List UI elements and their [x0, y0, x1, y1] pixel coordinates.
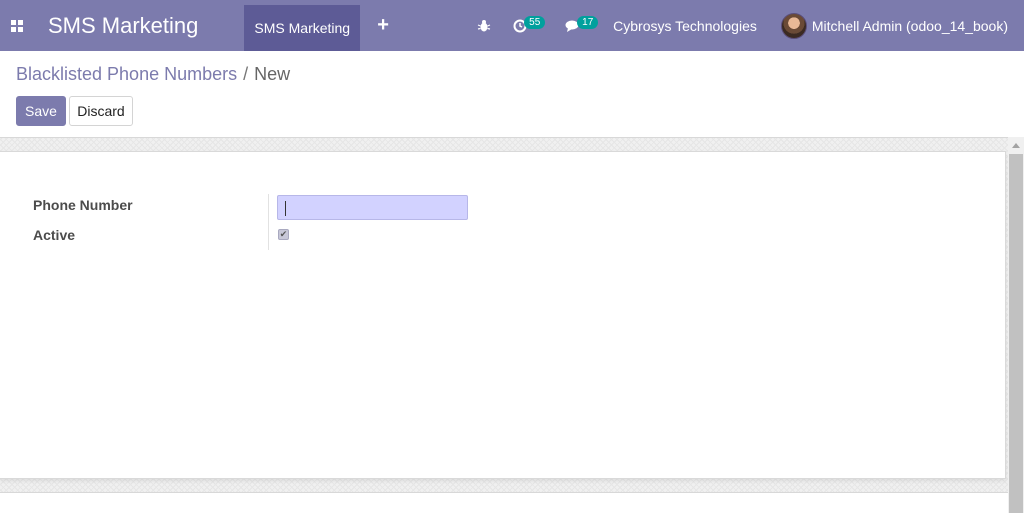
scroll-thumb[interactable]	[1009, 154, 1023, 513]
discard-button[interactable]: Discard	[69, 96, 133, 126]
breadcrumb-parent-link[interactable]: Blacklisted Phone Numbers	[16, 64, 237, 84]
active-checkbox[interactable]: ✔	[278, 229, 289, 240]
apps-grid-icon	[11, 19, 23, 32]
user-name: Mitchell Admin (odoo_14_book)	[811, 17, 1008, 34]
check-icon: ✔	[279, 229, 288, 239]
breadcrumb: Blacklisted Phone Numbers / New	[16, 64, 290, 85]
messages-count-badge: 17	[577, 16, 599, 29]
form-sheet	[0, 151, 1006, 479]
debug-button[interactable]	[477, 0, 513, 51]
chatter-area	[0, 492, 1008, 513]
top-navbar: SMS Marketing SMS Marketing + 55 17 Cybr…	[0, 0, 1024, 51]
scrollbar[interactable]	[1008, 137, 1024, 513]
activity-button[interactable]: 55	[513, 0, 546, 51]
menu-sms-marketing[interactable]: SMS Marketing	[244, 5, 361, 51]
breadcrumb-separator: /	[243, 64, 249, 84]
company-switcher[interactable]: Cybrosys Technologies	[613, 0, 757, 51]
plus-icon[interactable]: +	[360, 0, 406, 51]
save-button[interactable]: Save	[16, 96, 66, 126]
phone-number-label: Phone Number	[33, 197, 133, 213]
breadcrumb-current: New	[254, 64, 291, 84]
scroll-up-arrow-icon[interactable]	[1012, 143, 1020, 148]
active-label: Active	[33, 227, 76, 243]
text-caret	[285, 201, 286, 216]
messages-button[interactable]: 17	[565, 0, 599, 51]
field-divider	[268, 194, 269, 250]
bug-icon	[477, 19, 491, 31]
apps-menu-button[interactable]	[0, 0, 34, 51]
app-title[interactable]: SMS Marketing	[34, 13, 244, 39]
avatar	[780, 12, 807, 39]
user-menu[interactable]: Mitchell Admin (odoo_14_book)	[780, 0, 1024, 51]
phone-number-input[interactable]	[277, 195, 468, 220]
activity-count-badge: 55	[524, 16, 546, 29]
